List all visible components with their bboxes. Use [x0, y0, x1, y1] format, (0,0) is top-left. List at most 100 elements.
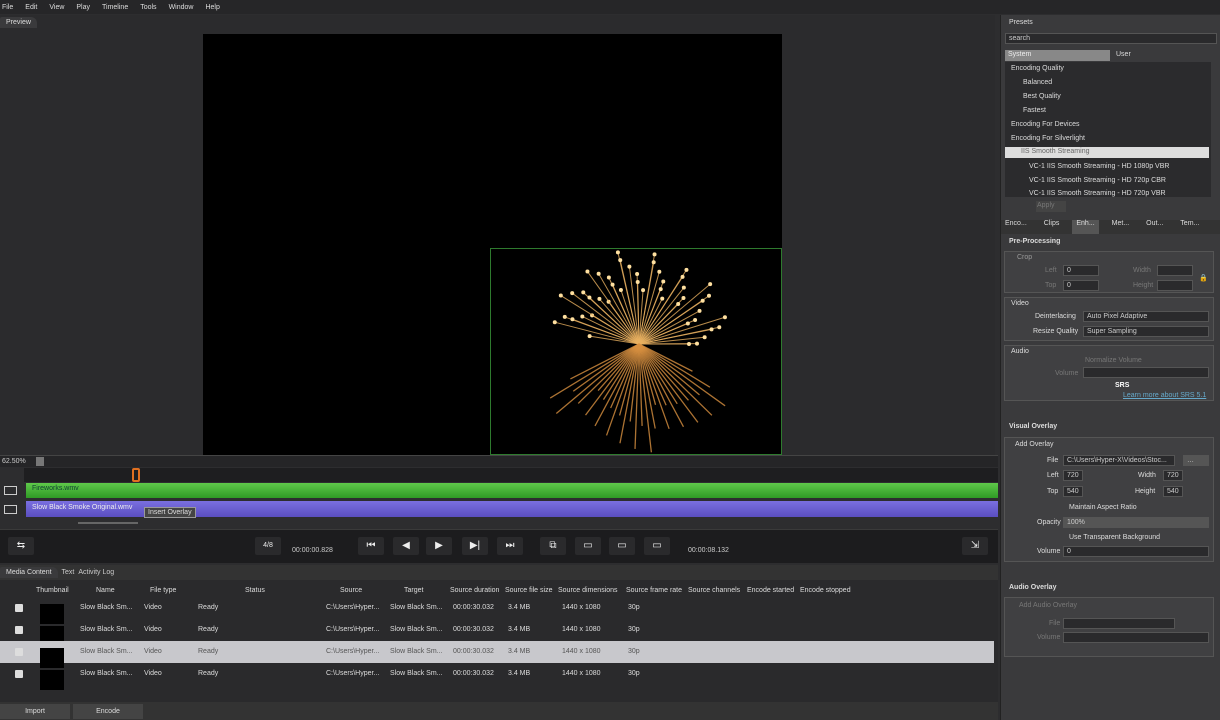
table-row[interactable]: Slow Black Sm... Video Ready C:\Users\Hyper…	[0, 641, 994, 668]
fullscreen-icon[interactable]: ⇲	[962, 537, 988, 555]
tab-activity-log[interactable]: Activity Log	[78, 569, 114, 576]
row-checkbox[interactable]	[15, 626, 23, 634]
preset-group-selected[interactable]: IIS Smooth Streaming	[1005, 147, 1209, 158]
frame-counter[interactable]: 4/8	[255, 537, 281, 555]
overlay-width-input[interactable]: 720	[1163, 470, 1183, 481]
menu-view[interactable]: View	[49, 4, 64, 11]
preset-group[interactable]: Encoding For Devices	[1011, 121, 1079, 128]
fit-icon[interactable]	[36, 457, 44, 466]
crop-width-input[interactable]	[1157, 265, 1193, 276]
menu-timeline[interactable]: Timeline	[102, 4, 128, 11]
table-row[interactable]: Slow Black Sm... Video Ready C:\Users\Hyper…	[0, 619, 994, 646]
col-source-file-size[interactable]: Source file size	[505, 587, 552, 594]
overlay-file-input[interactable]: C:\Users\Hyper-X\Videos\Stoc...	[1063, 455, 1175, 466]
import-button[interactable]: Import	[0, 704, 70, 719]
preset-search-input[interactable]: search	[1005, 33, 1217, 44]
crop-label[interactable]: Crop	[1017, 254, 1032, 261]
learn-more-link[interactable]: Learn more about SRS 5.1	[1123, 392, 1206, 399]
film-icon[interactable]: ▭	[575, 537, 601, 555]
tab-user[interactable]: User	[1113, 50, 1134, 59]
tab-encode[interactable]: Enco...	[1005, 220, 1027, 234]
apply-button[interactable]: Apply	[1036, 201, 1066, 212]
preset-item[interactable]: VC-1 IIS Smooth Streaming - HD 720p CBR	[1029, 177, 1166, 184]
col-encode-started[interactable]: Encode started	[747, 587, 794, 594]
preprocessing-header[interactable]: Pre-Processing	[1009, 238, 1060, 245]
split-icon[interactable]: ⇆	[8, 537, 34, 555]
tab-preview[interactable]: Preview	[0, 17, 37, 28]
tab-templates[interactable]: Tem...	[1180, 220, 1199, 234]
zoom-slider[interactable]	[78, 522, 138, 524]
col-status[interactable]: Status	[245, 587, 265, 594]
preset-item[interactable]: VC-1 IIS Smooth Streaming - HD 720p VBR	[1029, 190, 1166, 197]
menu-play[interactable]: Play	[76, 4, 90, 11]
overlay-top-input[interactable]: 540	[1063, 486, 1083, 497]
row-checkbox[interactable]	[15, 670, 23, 678]
tab-media-content[interactable]: Media Content	[0, 567, 58, 578]
add-audio-overlay-checkbox[interactable]: Add Audio Overlay	[1019, 602, 1077, 609]
tab-output[interactable]: Out...	[1146, 220, 1163, 234]
tab-text[interactable]: Text	[62, 569, 75, 576]
zoom-level[interactable]: 62.50%	[2, 458, 26, 465]
menu-window[interactable]: Window	[169, 4, 194, 11]
overlay-volume-input[interactable]: 0	[1063, 546, 1209, 557]
col-encode-stopped[interactable]: Encode stopped	[800, 587, 851, 594]
visual-overlay-header[interactable]: Visual Overlay	[1009, 423, 1057, 430]
crop-height-input[interactable]	[1157, 280, 1193, 291]
volume-slider[interactable]	[1083, 367, 1209, 378]
previous-marker-button[interactable]: ⏮	[358, 537, 384, 555]
maintain-aspect-checkbox[interactable]: Maintain Aspect Ratio	[1069, 504, 1137, 511]
tab-system[interactable]: System	[1005, 50, 1110, 61]
overlay-left-input[interactable]: 720	[1063, 470, 1083, 481]
crop-top-input[interactable]: 0	[1063, 280, 1099, 291]
col-file-type[interactable]: File type	[150, 587, 176, 594]
preset-group[interactable]: Encoding For Silverlight	[1011, 135, 1085, 142]
film-trim-icon[interactable]: ▭	[644, 537, 670, 555]
row-checkbox[interactable]	[15, 648, 23, 656]
overlay-height-input[interactable]: 540	[1163, 486, 1183, 497]
step-forward-button[interactable]: ▶|	[462, 537, 488, 555]
opacity-slider[interactable]: 100%	[1063, 517, 1209, 528]
menu-tools[interactable]: Tools	[140, 4, 156, 11]
overlay-track-clip[interactable]: Fireworks.wmv	[26, 483, 998, 498]
menu-file[interactable]: File	[2, 4, 13, 11]
audio-volume-input[interactable]	[1063, 632, 1209, 643]
preset-item[interactable]: Best Quality	[1023, 93, 1061, 100]
table-row[interactable]: Slow Black Sm... Video Ready C:\Users\Hyper…	[0, 597, 994, 624]
deinterlacing-select[interactable]: Auto Pixel Adaptive	[1083, 311, 1209, 322]
audio-overlay-header[interactable]: Audio Overlay	[1009, 584, 1056, 591]
preset-group[interactable]: Encoding Quality	[1011, 65, 1064, 72]
resize-quality-select[interactable]: Super Sampling	[1083, 326, 1209, 337]
split-clip-icon[interactable]: ⧉	[540, 537, 566, 555]
col-source-channels[interactable]: Source channels	[688, 587, 740, 594]
col-source-dimensions[interactable]: Source dimensions	[558, 587, 618, 594]
col-thumbnail[interactable]: Thumbnail	[36, 587, 69, 594]
crop-left-input[interactable]: 0	[1063, 265, 1099, 276]
browse-button[interactable]: …	[1183, 455, 1209, 466]
preset-item[interactable]: Fastest	[1023, 107, 1046, 114]
lock-icon[interactable]: 🔒	[1199, 274, 1208, 282]
play-button[interactable]: ▶	[426, 537, 452, 555]
playhead[interactable]	[132, 468, 140, 482]
presets-title[interactable]: Presets	[1003, 17, 1039, 28]
tab-metadata[interactable]: Met...	[1112, 220, 1130, 234]
col-target[interactable]: Target	[404, 587, 423, 594]
timeline-ruler[interactable]	[24, 468, 998, 482]
table-row[interactable]: Slow Black Sm... Video Ready C:\Users\Hyper…	[0, 663, 994, 690]
row-checkbox[interactable]	[15, 604, 23, 612]
audio-file-input[interactable]	[1063, 618, 1175, 629]
col-name[interactable]: Name	[96, 587, 115, 594]
step-back-button[interactable]: ◀	[393, 537, 419, 555]
transparent-bg-checkbox[interactable]: Use Transparent Background	[1069, 534, 1160, 541]
preset-item[interactable]: Balanced	[1023, 79, 1052, 86]
col-source-duration[interactable]: Source duration	[450, 587, 499, 594]
overlay-video[interactable]	[490, 248, 782, 455]
film-strip-icon[interactable]: ▭	[609, 537, 635, 555]
add-overlay-checkbox[interactable]: Add Overlay	[1015, 441, 1054, 448]
col-source-frame-rate[interactable]: Source frame rate	[626, 587, 682, 594]
tab-enhance[interactable]: Enh...	[1072, 220, 1099, 234]
normalize-checkbox[interactable]: Normalize Volume	[1085, 357, 1142, 364]
menu-edit[interactable]: Edit	[25, 4, 37, 11]
tab-clips[interactable]: Clips	[1044, 220, 1060, 234]
preset-item[interactable]: VC-1 IIS Smooth Streaming - HD 1080p VBR	[1029, 163, 1169, 170]
col-source[interactable]: Source	[340, 587, 362, 594]
